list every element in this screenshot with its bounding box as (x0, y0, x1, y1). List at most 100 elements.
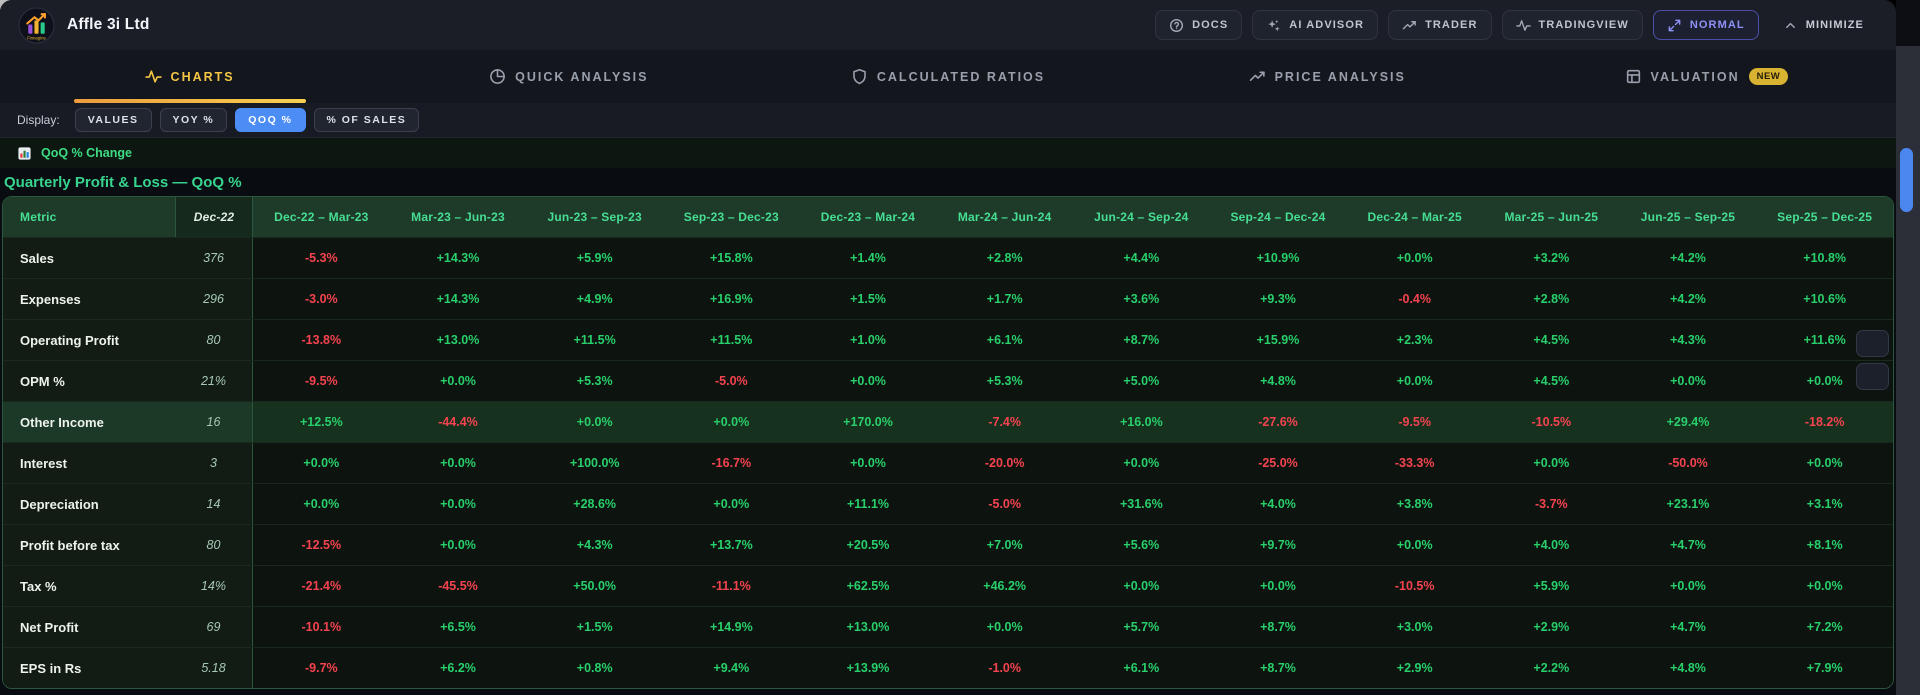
tradingview-button-label: TRADINGVIEW (1539, 19, 1629, 31)
table-row[interactable]: Operating Profit80-13.8%+13.0%+11.5%+11.… (3, 319, 1893, 360)
change-cell: -9.7% (253, 648, 390, 688)
side-control-button-bottom[interactable] (1856, 363, 1889, 390)
base-value-cell: 16 (175, 402, 253, 442)
change-cell: +8.7% (1073, 320, 1210, 360)
change-cell: +1.5% (526, 607, 663, 647)
table-row[interactable]: Interest3+0.0%+0.0%+100.0%-16.7%+0.0%-20… (3, 442, 1893, 483)
change-cell: +11.5% (663, 320, 800, 360)
change-cell: +0.0% (1620, 566, 1757, 606)
display-values-button[interactable]: VALUES (75, 108, 152, 132)
change-cell: -25.0% (1210, 443, 1347, 483)
change-cell: -7.4% (936, 402, 1073, 442)
change-cell: +0.0% (1756, 566, 1893, 606)
pie-chart-icon (489, 68, 506, 85)
change-cell: +50.0% (526, 566, 663, 606)
vertical-scrollbar-thumb[interactable] (1900, 148, 1913, 212)
table-row[interactable]: Expenses296-3.0%+14.3%+4.9%+16.9%+1.5%+1… (3, 278, 1893, 319)
change-cell: +4.5% (1483, 320, 1620, 360)
change-cell: -5.0% (663, 361, 800, 401)
change-cell: +0.0% (253, 443, 390, 483)
base-quarter-header: Dec-22 (175, 197, 253, 237)
tab-valuation[interactable]: VALUATIONNEW (1517, 50, 1896, 103)
table-row[interactable]: Tax %14%-21.4%-45.5%+50.0%-11.1%+62.5%+4… (3, 565, 1893, 606)
change-cell: +5.0% (1073, 361, 1210, 401)
new-badge: NEW (1749, 68, 1789, 85)
page: Finnagine Affle 3i Ltd DOCSAI ADVISORTRA… (0, 0, 1920, 695)
display-yoy-button[interactable]: YOY % (160, 108, 228, 132)
change-cell: +23.1% (1620, 484, 1757, 524)
metric-cell: Net Profit (3, 607, 175, 647)
change-cell: +5.3% (936, 361, 1073, 401)
display-qoq-button[interactable]: QOQ % (235, 108, 305, 132)
change-cell: +2.8% (936, 238, 1073, 278)
metric-column-header: Metric (3, 197, 175, 237)
vertical-scrollbar-track[interactable] (1896, 0, 1920, 695)
change-cell: +9.4% (663, 648, 800, 688)
app-logo-icon: Finnagine (18, 7, 55, 44)
change-cell: +9.3% (1210, 279, 1347, 319)
table-row[interactable]: Sales376-5.3%+14.3%+5.9%+15.8%+1.4%+2.8%… (3, 237, 1893, 278)
help-circle-icon (1169, 18, 1184, 33)
change-cell: -16.7% (663, 443, 800, 483)
docs-button[interactable]: DOCS (1155, 10, 1242, 40)
table-row[interactable]: Profit before tax80-12.5%+0.0%+4.3%+13.7… (3, 524, 1893, 565)
change-cell: +15.8% (663, 238, 800, 278)
metric-cell: Profit before tax (3, 525, 175, 565)
change-cell: +0.0% (936, 607, 1073, 647)
metric-cell: Sales (3, 238, 175, 278)
top-bar: Finnagine Affle 3i Ltd DOCSAI ADVISORTRA… (0, 0, 1896, 50)
tradingview-button[interactable]: TRADINGVIEW (1502, 10, 1643, 40)
tab-calculated-ratios-label: CALCULATED RATIOS (877, 70, 1045, 84)
change-cell: +13.9% (800, 648, 937, 688)
metric-cell: Operating Profit (3, 320, 175, 360)
change-cell: +5.7% (1073, 607, 1210, 647)
trader-button-label: TRADER (1425, 19, 1477, 31)
period-column-header: Sep-24 – Dec-24 (1210, 197, 1347, 237)
quarterly-pnl-table: MetricDec-22Dec-22 – Mar-23Mar-23 – Jun-… (2, 196, 1894, 689)
change-cell: +13.0% (390, 320, 527, 360)
change-cell: +0.0% (1346, 525, 1483, 565)
change-cell: +0.0% (1756, 443, 1893, 483)
display-pct-of-sales-button[interactable]: % OF SALES (314, 108, 420, 132)
change-cell: -21.4% (253, 566, 390, 606)
change-cell: +6.2% (390, 648, 527, 688)
table-row[interactable]: EPS in Rs5.18-9.7%+6.2%+0.8%+9.4%+13.9%-… (3, 647, 1893, 688)
normal-mode-button[interactable]: NORMAL (1653, 10, 1759, 40)
tab-price-analysis[interactable]: PRICE ANALYSIS (1138, 50, 1517, 103)
period-column-header: Jun-25 – Sep-25 (1620, 197, 1757, 237)
ai-advisor-button[interactable]: AI ADVISOR (1252, 10, 1378, 40)
change-cell: +8.7% (1210, 648, 1347, 688)
period-column-header: Dec-24 – Mar-25 (1346, 197, 1483, 237)
change-cell: +13.7% (663, 525, 800, 565)
change-cell: +10.9% (1210, 238, 1347, 278)
change-cell: +3.6% (1073, 279, 1210, 319)
tab-charts[interactable]: CHARTS (0, 50, 379, 103)
table-row[interactable]: Depreciation14+0.0%+0.0%+28.6%+0.0%+11.1… (3, 483, 1893, 524)
change-cell: +0.0% (526, 402, 663, 442)
change-cell: +20.5% (800, 525, 937, 565)
metric-cell: EPS in Rs (3, 648, 175, 688)
period-column-header: Dec-23 – Mar-24 (800, 197, 937, 237)
change-cell: -0.4% (1346, 279, 1483, 319)
table-row[interactable]: Other Income16+12.5%-44.4%+0.0%+0.0%+170… (3, 401, 1893, 442)
table-row[interactable]: Net Profit69-10.1%+6.5%+1.5%+14.9%+13.0%… (3, 606, 1893, 647)
change-cell: -27.6% (1210, 402, 1347, 442)
change-cell: +1.5% (800, 279, 937, 319)
chart-type-banner: QoQ % Change (0, 138, 1896, 168)
change-cell: +4.9% (526, 279, 663, 319)
change-cell: +4.2% (1620, 238, 1757, 278)
change-cell: +4.3% (1620, 320, 1757, 360)
change-cell: +5.3% (526, 361, 663, 401)
change-cell: +0.0% (663, 484, 800, 524)
tab-calculated-ratios[interactable]: CALCULATED RATIOS (758, 50, 1137, 103)
minimize-button[interactable]: MINIMIZE (1769, 10, 1878, 40)
base-value-cell: 3 (175, 443, 253, 483)
trader-button[interactable]: TRADER (1388, 10, 1491, 40)
tab-quick-analysis[interactable]: QUICK ANALYSIS (379, 50, 758, 103)
change-cell: -44.4% (390, 402, 527, 442)
table-row[interactable]: OPM %21%-9.5%+0.0%+5.3%-5.0%+0.0%+5.3%+5… (3, 360, 1893, 401)
change-cell: +0.0% (390, 484, 527, 524)
change-cell: +0.0% (390, 443, 527, 483)
change-cell: -13.8% (253, 320, 390, 360)
side-control-button-top[interactable] (1856, 330, 1889, 357)
